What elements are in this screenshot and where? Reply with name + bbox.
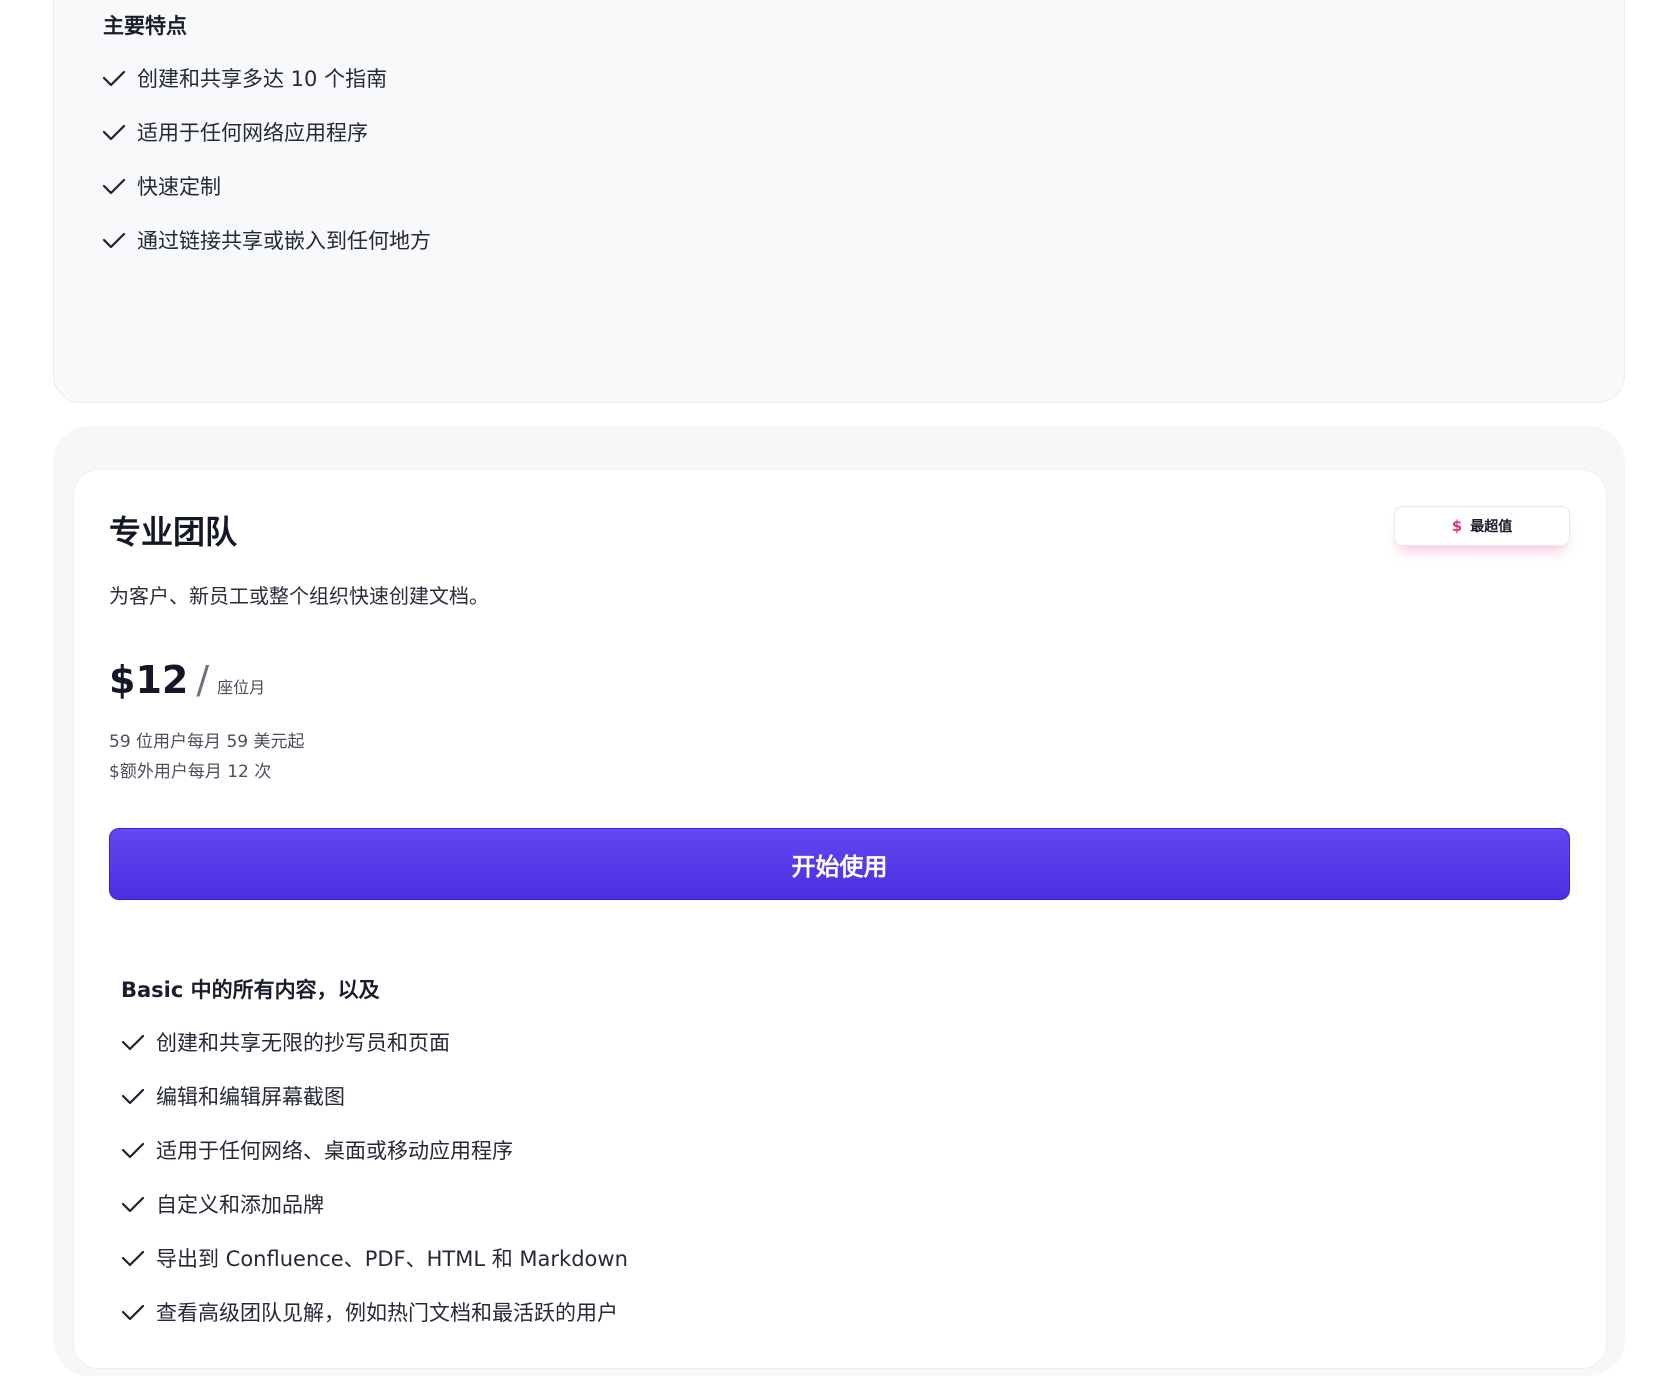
- price-unit: 座位月: [217, 678, 266, 697]
- badge-label: 最超值: [1470, 519, 1513, 535]
- best-value-badge: $ 最超值: [1394, 506, 1570, 546]
- feature-text: 创建和共享无限的抄写员和页面: [156, 1031, 450, 1055]
- list-item: 快速定制: [101, 159, 431, 213]
- check-icon: [121, 1196, 145, 1213]
- check-icon: [102, 124, 126, 141]
- list-item: 编辑和编辑屏幕截图: [120, 1069, 628, 1123]
- list-item: 适用于任何网络、桌面或移动应用程序: [120, 1123, 628, 1177]
- pro-features-list: 创建和共享无限的抄写员和页面 编辑和编辑屏幕截图 适用于任何网络、桌面或移动应用…: [120, 1015, 628, 1339]
- feature-text: 导出到 Confluence、PDF、HTML 和 Markdown: [156, 1247, 628, 1271]
- pricing-note-extra: $额外用户每月 12 次: [109, 762, 272, 782]
- check-icon: [121, 1088, 145, 1105]
- price-separator: /: [196, 658, 210, 702]
- feature-text: 自定义和添加品牌: [156, 1193, 324, 1217]
- list-item: 导出到 Confluence、PDF、HTML 和 Markdown: [120, 1231, 628, 1285]
- check-icon: [121, 1304, 145, 1321]
- list-item: 自定义和添加品牌: [120, 1177, 628, 1231]
- list-item: 创建和共享无限的抄写员和页面: [120, 1015, 628, 1069]
- price-amount: $12: [109, 658, 189, 702]
- list-item: 适用于任何网络应用程序: [101, 105, 431, 159]
- check-icon: [102, 232, 126, 249]
- check-icon: [121, 1250, 145, 1267]
- basic-features-list: 创建和共享多达 10 个指南 适用于任何网络应用程序 快速定制 通过链接共享或嵌…: [101, 51, 431, 267]
- plan-description: 为客户、新员工或整个组织快速创建文档。: [109, 584, 489, 608]
- feature-text: 通过链接共享或嵌入到任何地方: [137, 229, 431, 253]
- get-started-button[interactable]: 开始使用: [109, 828, 1570, 900]
- feature-text: 编辑和编辑屏幕截图: [156, 1085, 345, 1109]
- check-icon: [102, 178, 126, 195]
- pricing-note-min: 59 位用户每月 59 美元起: [109, 732, 305, 752]
- feature-text: 查看高级团队见解，例如热门文档和最活跃的用户: [156, 1301, 618, 1325]
- feature-text: 适用于任何网络应用程序: [137, 121, 368, 145]
- feature-text: 快速定制: [137, 175, 221, 199]
- feature-text: 适用于任何网络、桌面或移动应用程序: [156, 1139, 513, 1163]
- feature-text: 创建和共享多达 10 个指南: [137, 67, 388, 91]
- plan-title: 专业团队: [109, 513, 238, 551]
- check-icon: [102, 70, 126, 87]
- dollar-icon: $: [1451, 517, 1463, 535]
- price-row: $12 / 座位月: [109, 658, 265, 702]
- check-icon: [121, 1142, 145, 1159]
- list-item: 查看高级团队见解，例如热门文档和最活跃的用户: [120, 1285, 628, 1339]
- pro-features-title: Basic 中的所有内容，以及: [121, 978, 380, 1002]
- list-item: 通过链接共享或嵌入到任何地方: [101, 213, 431, 267]
- check-icon: [121, 1034, 145, 1051]
- list-item: 创建和共享多达 10 个指南: [101, 51, 431, 105]
- basic-features-title: 主要特点: [103, 14, 187, 38]
